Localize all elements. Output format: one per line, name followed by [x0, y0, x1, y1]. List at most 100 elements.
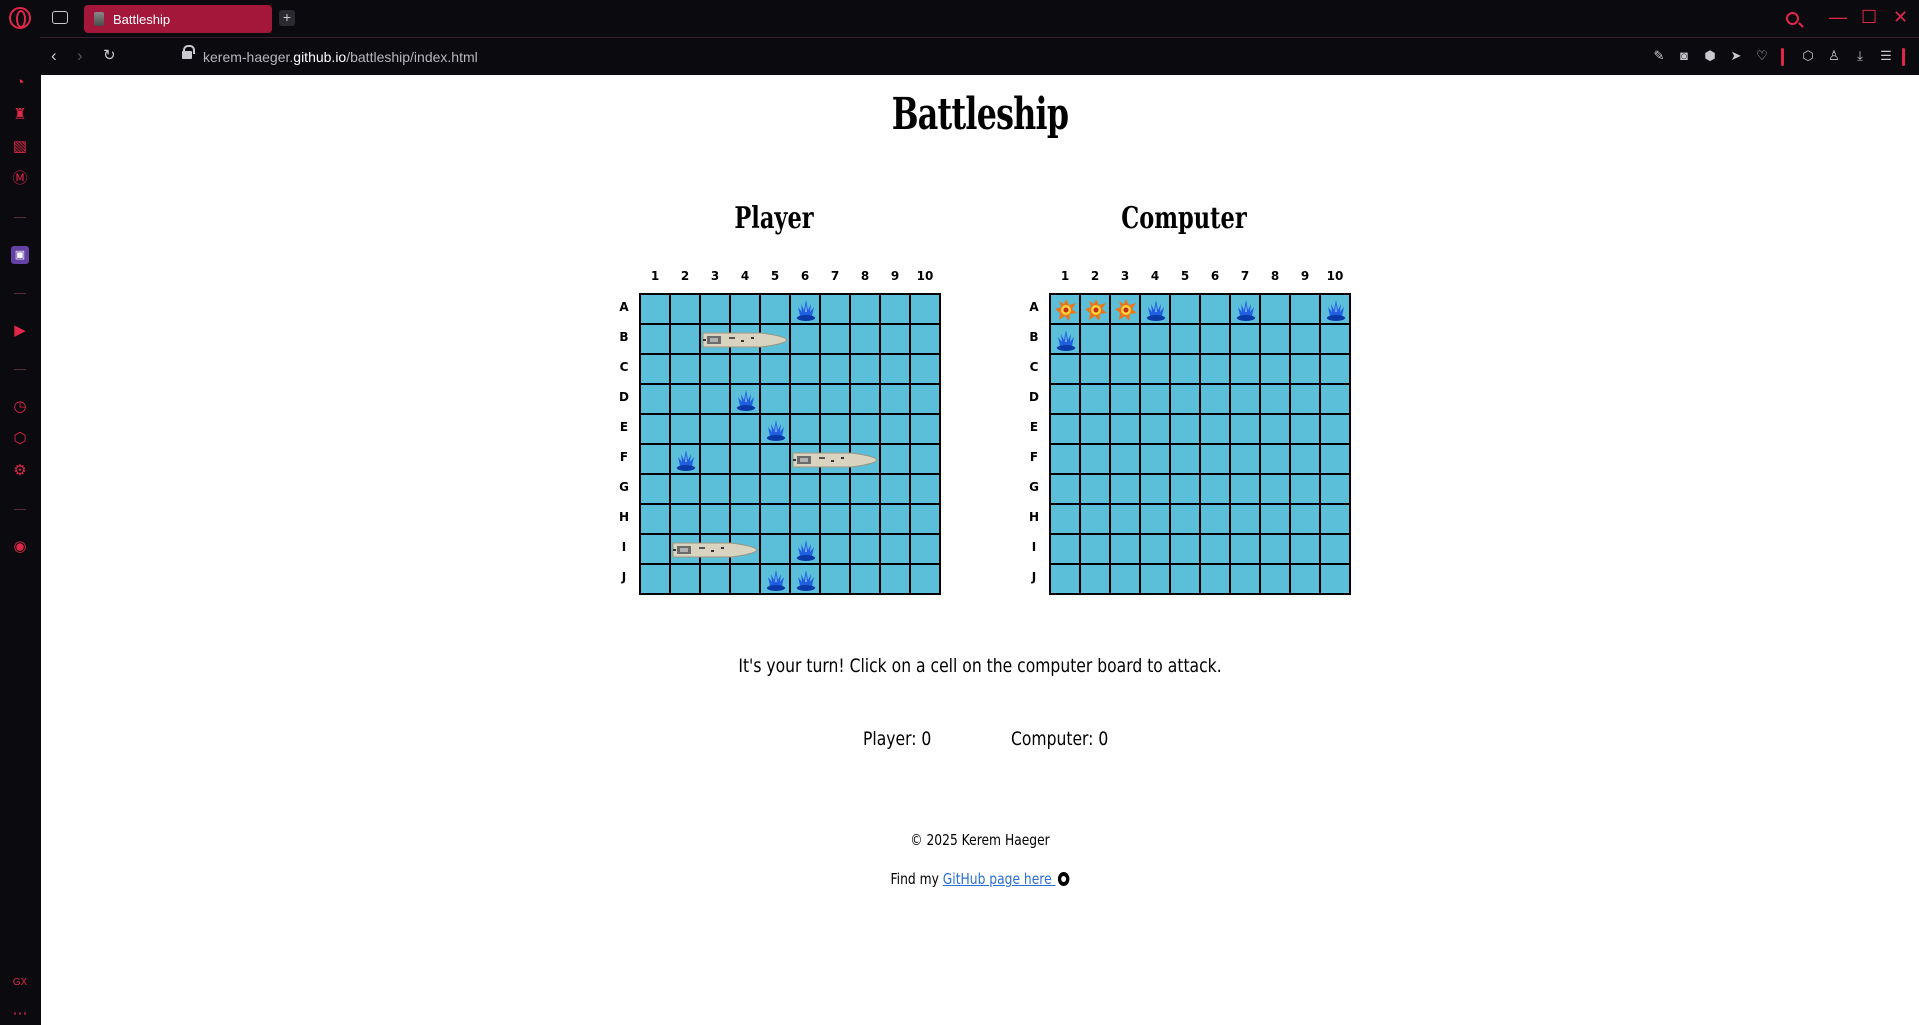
computer-cell-J1[interactable]	[1050, 564, 1080, 594]
computer-cell-C6[interactable]	[1200, 354, 1230, 384]
computer-cell-A8[interactable]	[1260, 294, 1290, 324]
computer-cell-G4[interactable]	[1140, 474, 1170, 504]
computer-cell-J4[interactable]	[1140, 564, 1170, 594]
history-icon[interactable]: ◷	[11, 398, 29, 416]
computer-cell-J6[interactable]	[1200, 564, 1230, 594]
computer-cell-I5[interactable]	[1170, 534, 1200, 564]
computer-cell-H3[interactable]	[1110, 504, 1140, 534]
computer-cell-J2[interactable]	[1080, 564, 1110, 594]
computer-cell-J7[interactable]	[1230, 564, 1260, 594]
computer-cell-I8[interactable]	[1260, 534, 1290, 564]
computer-cell-J9[interactable]	[1290, 564, 1320, 594]
computer-cell-B9[interactable]	[1290, 324, 1320, 354]
computer-cell-F7[interactable]	[1230, 444, 1260, 474]
messenger-icon[interactable]: Ⓜ	[11, 170, 29, 188]
minimize-icon[interactable]: —	[1829, 7, 1847, 27]
vpn-icon[interactable]: ◉	[11, 538, 29, 556]
computer-cell-H10[interactable]	[1320, 504, 1350, 534]
computer-cell-D2[interactable]	[1080, 384, 1110, 414]
computer-cell-D6[interactable]	[1200, 384, 1230, 414]
computer-cell-C1[interactable]	[1050, 354, 1080, 384]
tab-battleship[interactable]: Battleship	[84, 5, 272, 33]
computer-cell-E4[interactable]	[1140, 414, 1170, 444]
computer-cell-B3[interactable]	[1110, 324, 1140, 354]
computer-cell-E8[interactable]	[1260, 414, 1290, 444]
download-icon[interactable]: ⤓	[1852, 48, 1868, 64]
github-link[interactable]: GitHub page here	[943, 870, 1056, 888]
computer-cell-B5[interactable]	[1170, 324, 1200, 354]
computer-cell-G7[interactable]	[1230, 474, 1260, 504]
computer-cell-H9[interactable]	[1290, 504, 1320, 534]
computer-cell-B10[interactable]	[1320, 324, 1350, 354]
computer-cell-H8[interactable]	[1260, 504, 1290, 534]
maximize-icon[interactable]: ☐	[1861, 7, 1877, 27]
computer-cell-D8[interactable]	[1260, 384, 1290, 414]
computer-cell-F2[interactable]	[1080, 444, 1110, 474]
search-icon[interactable]	[1786, 12, 1799, 25]
heart-icon[interactable]: ♡	[1754, 48, 1770, 64]
extensions-icon[interactable]: ⬡	[11, 430, 29, 448]
computer-cell-A9[interactable]	[1290, 294, 1320, 324]
computer-cell-F8[interactable]	[1260, 444, 1290, 474]
computer-cell-C2[interactable]	[1080, 354, 1110, 384]
computer-cell-J10[interactable]	[1320, 564, 1350, 594]
computer-cell-H1[interactable]	[1050, 504, 1080, 534]
computer-cell-H2[interactable]	[1080, 504, 1110, 534]
computer-cell-H5[interactable]	[1170, 504, 1200, 534]
computer-cell-F3[interactable]	[1110, 444, 1140, 474]
computer-cell-A7[interactable]	[1230, 294, 1260, 324]
computer-cell-A5[interactable]	[1170, 294, 1200, 324]
computer-cell-B7[interactable]	[1230, 324, 1260, 354]
reload-icon[interactable]: ↻	[103, 46, 116, 66]
speed-dial-icon[interactable]: ◔	[11, 74, 29, 92]
tab-manager-icon[interactable]	[52, 11, 68, 24]
computer-cell-I2[interactable]	[1080, 534, 1110, 564]
computer-cell-I3[interactable]	[1110, 534, 1140, 564]
url-field[interactable]: kerem-haeger.github.io/battleship/index.…	[203, 49, 478, 65]
computer-cell-H4[interactable]	[1140, 504, 1170, 534]
computer-cell-A2[interactable]	[1080, 294, 1110, 324]
computer-cell-E10[interactable]	[1320, 414, 1350, 444]
computer-cell-I1[interactable]	[1050, 534, 1080, 564]
opera-logo-icon[interactable]	[9, 7, 31, 29]
computer-cell-F6[interactable]	[1200, 444, 1230, 474]
computer-cell-G5[interactable]	[1170, 474, 1200, 504]
computer-cell-G9[interactable]	[1290, 474, 1320, 504]
computer-cell-F9[interactable]	[1290, 444, 1320, 474]
computer-cell-J8[interactable]	[1260, 564, 1290, 594]
computer-cell-D9[interactable]	[1290, 384, 1320, 414]
computer-cell-F5[interactable]	[1170, 444, 1200, 474]
close-icon[interactable]: ✕	[1893, 7, 1908, 27]
send-icon[interactable]: ➤	[1728, 48, 1744, 64]
computer-cell-C7[interactable]	[1230, 354, 1260, 384]
computer-cell-D1[interactable]	[1050, 384, 1080, 414]
computer-cell-J3[interactable]	[1110, 564, 1140, 594]
forward-icon[interactable]: ›	[77, 46, 83, 66]
computer-cell-A3[interactable]	[1110, 294, 1140, 324]
computer-cell-D3[interactable]	[1110, 384, 1140, 414]
adblock-icon[interactable]: ⬢	[1702, 48, 1718, 64]
computer-cell-I7[interactable]	[1230, 534, 1260, 564]
menu-icon[interactable]: ☰	[1878, 48, 1894, 64]
computer-cell-E9[interactable]	[1290, 414, 1320, 444]
computer-cell-C9[interactable]	[1290, 354, 1320, 384]
computer-cell-C5[interactable]	[1170, 354, 1200, 384]
computer-cell-E7[interactable]	[1230, 414, 1260, 444]
computer-cell-E2[interactable]	[1080, 414, 1110, 444]
computer-cell-A10[interactable]	[1320, 294, 1350, 324]
computer-cell-C8[interactable]	[1260, 354, 1290, 384]
player-icon[interactable]: ▧	[11, 138, 29, 156]
computer-cell-F1[interactable]	[1050, 444, 1080, 474]
computer-cell-E1[interactable]	[1050, 414, 1080, 444]
computer-cell-H6[interactable]	[1200, 504, 1230, 534]
computer-cell-D10[interactable]	[1320, 384, 1350, 414]
cube-icon[interactable]: ⬡	[1800, 48, 1816, 64]
computer-cell-B4[interactable]	[1140, 324, 1170, 354]
computer-cell-J5[interactable]	[1170, 564, 1200, 594]
flow-icon[interactable]: ♜	[11, 106, 29, 124]
settings-icon[interactable]: ⚙	[11, 462, 29, 480]
computer-cell-D7[interactable]	[1230, 384, 1260, 414]
computer-cell-G8[interactable]	[1260, 474, 1290, 504]
computer-cell-I9[interactable]	[1290, 534, 1320, 564]
new-tab-button[interactable]: +	[279, 10, 295, 26]
